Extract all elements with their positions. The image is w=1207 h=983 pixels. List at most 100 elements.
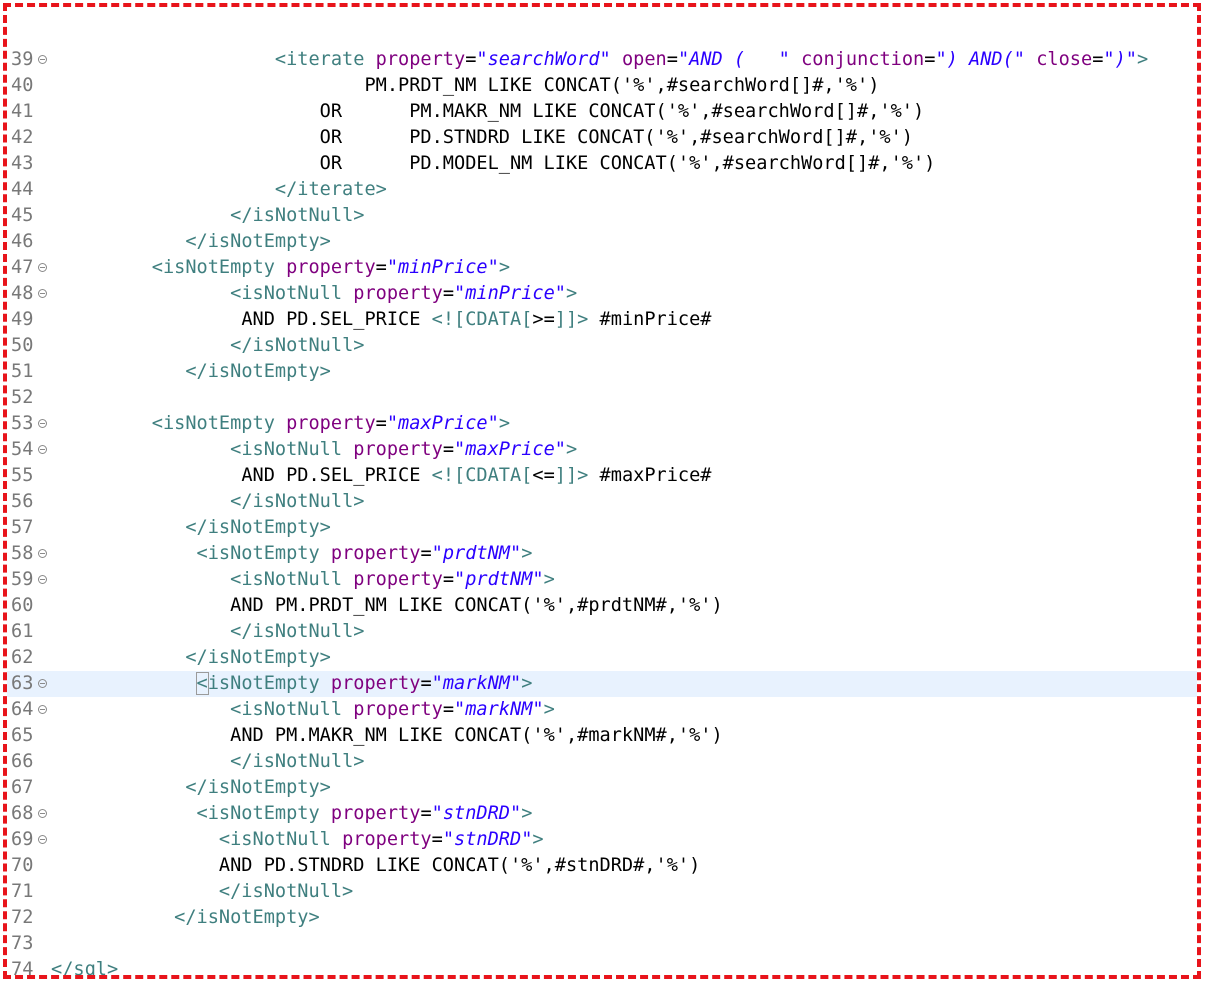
code-text[interactable]: </isNotNull> <box>51 489 364 515</box>
code-text[interactable]: <isNotNull property="maxPrice"> <box>51 437 577 463</box>
code-line[interactable]: 49 AND PD.SEL_PRICE <![CDATA[>=]]> #minP… <box>7 307 1197 333</box>
token-tag: ]]> <box>554 465 589 486</box>
code-line[interactable]: 65 AND PM.MAKR_NM LIKE CONCAT('%',#markN… <box>7 723 1197 749</box>
code-text[interactable]: </isNotNull> <box>51 333 364 359</box>
fold-toggle-icon[interactable] <box>38 575 47 584</box>
code-text[interactable]: </isNotEmpty> <box>51 905 320 931</box>
code-text[interactable]: <isNotNull property="stnDRD"> <box>51 827 544 853</box>
code-line[interactable]: 69 <isNotNull property="stnDRD"> <box>7 827 1197 853</box>
code-text[interactable]: </isNotNull> <box>51 749 364 775</box>
code-text[interactable]: AND PD.SEL_PRICE <![CDATA[>=]]> #minPric… <box>51 307 711 333</box>
code-line[interactable]: 58 <isNotEmpty property="prdtNM"> <box>7 541 1197 567</box>
token-attr: property <box>330 543 421 564</box>
code-text[interactable]: AND PD.STNDRD LIKE CONCAT('%',#stnDRD#,'… <box>51 853 700 879</box>
fold-toggle-icon[interactable] <box>38 419 47 428</box>
code-text[interactable]: <isNotEmpty property="markNM"> <box>51 671 532 697</box>
matching-bracket-marker: < <box>195 672 209 695</box>
token-val: "prdtNM" <box>454 569 544 590</box>
code-text[interactable]: </isNotEmpty> <box>51 229 331 255</box>
code-text[interactable]: </isNotNull> <box>51 203 364 229</box>
code-line[interactable]: 61 </isNotNull> <box>7 619 1197 645</box>
code-line[interactable]: 60 AND PM.PRDT_NM LIKE CONCAT('%',#prdtN… <box>7 593 1197 619</box>
line-number: 68 <box>11 803 34 824</box>
code-text[interactable]: <isNotNull property="markNM"> <box>51 697 555 723</box>
code-line[interactable]: 43 OR PD.MODEL_NM LIKE CONCAT('%',#searc… <box>7 151 1197 177</box>
code-text[interactable]: </isNotEmpty> <box>51 359 331 385</box>
code-line[interactable]: 56 </isNotNull> <box>7 489 1197 515</box>
code-text[interactable]: <iterate property="searchWord" open="AND… <box>51 47 1148 73</box>
code-line[interactable]: 64 <isNotNull property="markNM"> <box>7 697 1197 723</box>
code-line[interactable]: 66 </isNotNull> <box>7 749 1197 775</box>
fold-toggle-icon[interactable] <box>38 835 47 844</box>
fold-toggle-icon[interactable] <box>38 445 47 454</box>
code-line[interactable]: 74 </sql> <box>7 957 1197 979</box>
code-line[interactable]: 67 </isNotEmpty> <box>7 775 1197 801</box>
code-line[interactable]: 54 <isNotNull property="maxPrice"> <box>7 437 1197 463</box>
token-txt: #maxPrice# <box>588 465 712 486</box>
code-text[interactable]: </isNotEmpty> <box>51 515 331 541</box>
code-text[interactable]: <isNotEmpty property="prdtNM"> <box>51 541 533 567</box>
code-line[interactable]: 59 <isNotNull property="prdtNM"> <box>7 567 1197 593</box>
code-line[interactable]: 68 <isNotEmpty property="stnDRD"> <box>7 801 1197 827</box>
code-line[interactable]: 50 </isNotNull> <box>7 333 1197 359</box>
code-text[interactable]: <isNotNull property="prdtNM"> <box>51 567 555 593</box>
code-line[interactable]: 53 <isNotEmpty property="maxPrice"> <box>7 411 1197 437</box>
code-text[interactable]: </isNotNull> <box>51 619 364 645</box>
fold-toggle-icon[interactable] <box>38 263 47 272</box>
code-text[interactable]: </isNotEmpty> <box>51 775 331 801</box>
code-line[interactable]: 39 <iterate property="searchWord" open="… <box>7 47 1197 73</box>
code-line[interactable]: 55 AND PD.SEL_PRICE <![CDATA[<=]]> #maxP… <box>7 463 1197 489</box>
code-line[interactable]: 48 <isNotNull property="minPrice"> <box>7 281 1197 307</box>
code-line[interactable]: 41 OR PM.MAKR_NM LIKE CONCAT('%',#search… <box>7 99 1197 125</box>
code-line[interactable]: 51 </isNotEmpty> <box>7 359 1197 385</box>
code-editor[interactable]: 39 <iterate property="searchWord" open="… <box>3 3 1201 979</box>
code-text[interactable]: OR PD.MODEL_NM LIKE CONCAT('%',#searchWo… <box>51 151 936 177</box>
code-line[interactable]: 63 <isNotEmpty property="markNM"> <box>7 671 1197 697</box>
code-text[interactable]: <isNotNull property="minPrice"> <box>51 281 577 307</box>
token-tag: </sql> <box>51 959 119 979</box>
code-text[interactable]: </isNotEmpty> <box>51 645 331 671</box>
code-text[interactable]: OR PM.MAKR_NM LIKE CONCAT('%',#searchWor… <box>51 99 925 125</box>
code-text[interactable]: AND PM.PRDT_NM LIKE CONCAT('%',#prdtNM#,… <box>51 593 723 619</box>
token-tag: <![CDATA[ <box>431 465 533 486</box>
code-line[interactable]: 71 </isNotNull> <box>7 879 1197 905</box>
code-line[interactable]: 70 AND PD.STNDRD LIKE CONCAT('%',#stnDRD… <box>7 853 1197 879</box>
code-text[interactable]: <isNotEmpty property="stnDRD"> <box>51 801 533 827</box>
fold-toggle-icon[interactable] <box>38 55 47 64</box>
code-text[interactable]: </iterate> <box>51 177 387 203</box>
code-line[interactable]: 47 <isNotEmpty property="minPrice"> <box>7 255 1197 281</box>
code-line[interactable]: 40 PM.PRDT_NM LIKE CONCAT('%',#searchWor… <box>7 73 1197 99</box>
code-line[interactable]: 45 </isNotNull> <box>7 203 1197 229</box>
code-line[interactable]: 62 </isNotEmpty> <box>7 645 1197 671</box>
fold-toggle-icon[interactable] <box>38 679 47 688</box>
code-line[interactable]: 44 </iterate> <box>7 177 1197 203</box>
token-txt: PM.PRDT_NM LIKE CONCAT('%',#searchWord[]… <box>364 75 880 96</box>
code-text[interactable]: </sql> <box>51 957 119 979</box>
code-line[interactable]: 46 </isNotEmpty> <box>7 229 1197 255</box>
token-txt: AND PD.STNDRD LIKE CONCAT('%',#stnDRD#,'… <box>218 855 701 876</box>
code-text[interactable]: <isNotEmpty property="minPrice"> <box>51 255 510 281</box>
code-line[interactable]: 57 </isNotEmpty> <box>7 515 1197 541</box>
line-number: 70 <box>11 855 34 876</box>
code-line[interactable]: 73 <box>7 931 1197 957</box>
fold-toggle-icon[interactable] <box>38 809 47 818</box>
token-tag: > <box>521 543 533 564</box>
code-text[interactable]: AND PM.MAKR_NM LIKE CONCAT('%',#markNM#,… <box>51 723 723 749</box>
fold-toggle-icon[interactable] <box>38 705 47 714</box>
fold-toggle-icon[interactable] <box>38 549 47 558</box>
line-number: 59 <box>11 569 34 590</box>
fold-toggle-icon[interactable] <box>38 289 47 298</box>
code-text[interactable]: <isNotEmpty property="maxPrice"> <box>51 411 510 437</box>
code-line[interactable]: 52 <box>7 385 1197 411</box>
code-line[interactable]: 42 OR PD.STNDRD LIKE CONCAT('%',#searchW… <box>7 125 1197 151</box>
code-text[interactable]: </isNotNull> <box>51 879 353 905</box>
code-text[interactable]: OR PD.STNDRD LIKE CONCAT('%',#searchWord… <box>51 125 913 151</box>
code-text[interactable]: AND PD.SEL_PRICE <![CDATA[<=]]> #maxPric… <box>51 463 712 489</box>
code-text[interactable]: PM.PRDT_NM LIKE CONCAT('%',#searchWord[]… <box>51 73 879 99</box>
code-line[interactable]: 72 </isNotEmpty> <box>7 905 1197 931</box>
